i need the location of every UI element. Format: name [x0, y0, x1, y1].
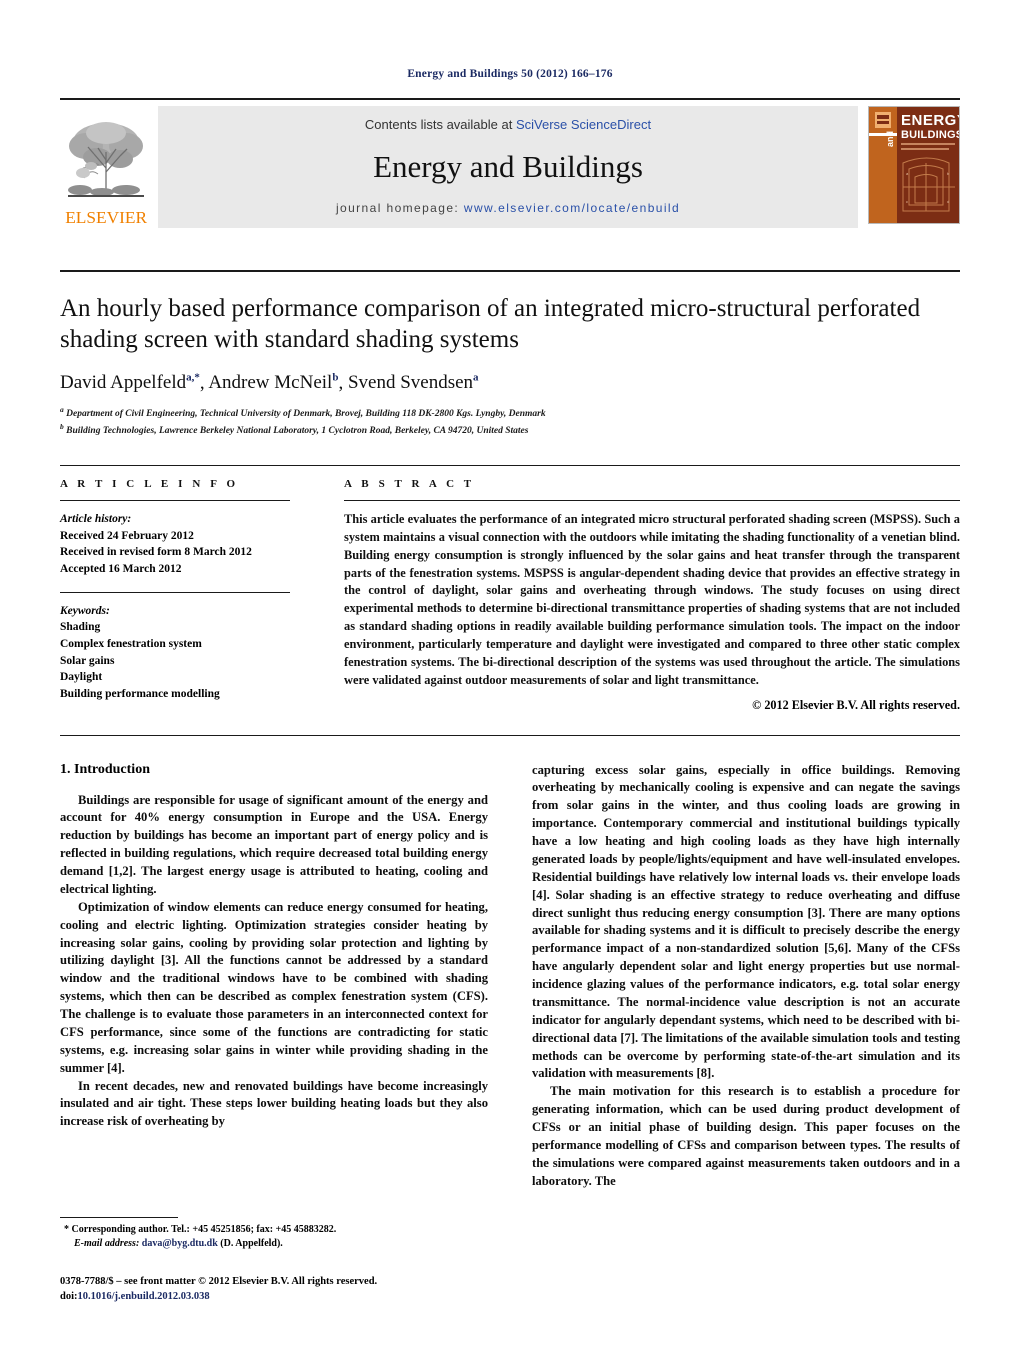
svg-text:d: d	[947, 199, 949, 204]
corresponding-marker: *	[64, 1223, 69, 1235]
corresponding-author-note: * Corresponding author. Tel.: +45 452518…	[60, 1223, 490, 1238]
elsevier-wordmark: ELSEVIER	[65, 208, 147, 227]
paragraph: The main motivation for this research is…	[532, 1084, 960, 1188]
journal-title: Energy and Buildings	[373, 149, 643, 184]
body-column-left: 1. Introduction Buildings are responsibl…	[60, 762, 496, 1191]
keywords-label: Keywords:	[60, 604, 110, 617]
keyword-item: Complex fenestration system	[60, 637, 202, 650]
abstract-text: This article evaluates the performance o…	[344, 511, 960, 687]
corresponding-text: Corresponding author. Tel.: +45 45251856…	[71, 1223, 337, 1235]
paragraph: In recent decades, new and renovated bui…	[60, 1078, 488, 1129]
running-head: Energy and Buildings 50 (2012) 166–176	[407, 68, 613, 80]
elsevier-tree-icon	[64, 116, 148, 208]
affiliation-text: Building Technologies, Lawrence Berkeley…	[66, 426, 529, 437]
body-two-column-layout: 1. Introduction Buildings are responsibl…	[60, 762, 960, 1191]
doi-label: doi:	[60, 1291, 78, 1303]
sciencedirect-link[interactable]: SciVerse ScienceDirect	[516, 117, 651, 132]
article-info-rule	[60, 499, 290, 501]
paper-title: An hourly based performance comparison o…	[60, 295, 921, 353]
author-affiliation-marker: a	[473, 371, 479, 384]
email-link[interactable]: dava@byg.dtu.dk	[142, 1238, 218, 1249]
footnote-divider	[60, 1216, 178, 1218]
affiliation-marker: a	[60, 405, 64, 415]
doi-link[interactable]: 10.1016/j.enbuild.2012.03.038	[78, 1291, 210, 1302]
svg-text:c: c	[906, 199, 908, 204]
history-received: Received 24 February 2012	[60, 529, 194, 542]
article-page: Energy and Buildings 50 (2012) 166–176 E…	[0, 0, 1020, 1351]
paragraph: Optimization of window elements can redu…	[60, 899, 488, 1075]
email-note: E-mail address: dava@byg.dtu.dk (D. Appe…	[60, 1237, 490, 1252]
svg-text:and: and	[885, 131, 895, 147]
abstract-rule	[344, 499, 960, 501]
footnote-area: * Corresponding author. Tel.: +45 452518…	[60, 1216, 490, 1306]
article-history-label: Article history:	[60, 512, 132, 525]
keywords-block: Keywords: Shading Complex fenestration s…	[60, 603, 290, 703]
article-info-column: A R T I C L E I N F O Article history: R…	[60, 478, 316, 713]
author-entry: Andrew McNeilb	[208, 372, 338, 393]
affiliation-item: b Building Technologies, Lawrence Berkel…	[60, 422, 960, 439]
keywords-rule	[60, 591, 290, 593]
info-abstract-region: A R T I C L E I N F O Article history: R…	[60, 478, 960, 713]
body-divider	[60, 734, 960, 736]
author-name: Andrew McNeil	[208, 372, 333, 394]
homepage-label: journal homepage:	[335, 201, 460, 215]
homepage-url-link[interactable]: www.elsevier.com/locate/enbuild	[464, 201, 680, 215]
keyword-item: Building performance modelling	[60, 687, 220, 700]
abstract-column: A B S T R A C T This article evaluates t…	[316, 478, 960, 713]
abstract-copyright: © 2012 Elsevier B.V. All rights reserved…	[752, 697, 960, 712]
paragraph: Buildings are responsible for usage of s…	[60, 792, 488, 896]
svg-text:ENERGY: ENERGY	[901, 112, 959, 129]
affiliation-item: a Department of Civil Engineering, Techn…	[60, 405, 960, 422]
article-history-block: Article history: Received 24 February 20…	[60, 511, 290, 592]
email-label: E-mail address:	[74, 1238, 140, 1249]
info-divider	[60, 464, 960, 466]
author-list: David Appelfelda,*, Andrew McNeilb, Sven…	[60, 371, 479, 394]
article-info-heading: A R T I C L E I N F O	[60, 477, 239, 490]
imprint-block: 0378-7788/$ – see front matter © 2012 El…	[60, 1274, 490, 1306]
affiliation-text: Department of Civil Engineering, Technic…	[66, 409, 546, 420]
keyword-item: Solar gains	[60, 654, 115, 667]
author-affiliation-marker: b	[332, 371, 339, 384]
journal-homepage-line: journal homepage: www.elsevier.com/locat…	[336, 201, 680, 215]
author-entry: Svend Svendsena	[348, 372, 479, 393]
history-accepted: Accepted 16 March 2012	[60, 562, 182, 575]
paragraph: capturing excess solar gains, especially…	[532, 762, 960, 1081]
cover-artwork: and ENERGY BUILDINGS a b c d	[869, 107, 959, 223]
author-entry: David Appelfelda,*	[60, 372, 200, 393]
author-name: David Appelfeld	[60, 372, 187, 394]
abstract-heading: A B S T R A C T	[344, 477, 475, 490]
svg-text:BUILDINGS: BUILDINGS	[901, 129, 959, 141]
masthead-center-panel: Contents lists available at SciVerse Sci…	[158, 106, 858, 228]
journal-cover-thumbnail: and ENERGY BUILDINGS a b c d	[868, 106, 960, 224]
author-affiliation-marker: a,*	[186, 371, 200, 384]
journal-masthead: ELSEVIER Contents lists available at Sci…	[60, 98, 960, 228]
title-divider	[60, 270, 960, 272]
affiliation-marker: b	[60, 422, 64, 431]
contents-prefix: Contents lists available at	[364, 117, 516, 132]
body-column-right: capturing excess solar gains, especially…	[524, 762, 960, 1191]
elsevier-logo: ELSEVIER	[60, 106, 152, 228]
doi-line: doi:10.1016/j.enbuild.2012.03.038	[60, 1289, 490, 1305]
author-name: Svend Svendsen	[347, 372, 474, 394]
email-owner: (D. Appelfeld).	[220, 1238, 283, 1249]
history-revised: Received in revised form 8 March 2012	[60, 546, 252, 559]
affiliation-list: a Department of Civil Engineering, Techn…	[60, 405, 960, 439]
contents-available-line: Contents lists available at SciVerse Sci…	[365, 117, 651, 132]
keyword-item: Shading	[60, 621, 101, 634]
section-title-introduction: 1. Introduction	[60, 761, 150, 777]
issn-front-matter: 0378-7788/$ – see front matter © 2012 El…	[60, 1275, 378, 1287]
keyword-item: Daylight	[60, 671, 103, 684]
